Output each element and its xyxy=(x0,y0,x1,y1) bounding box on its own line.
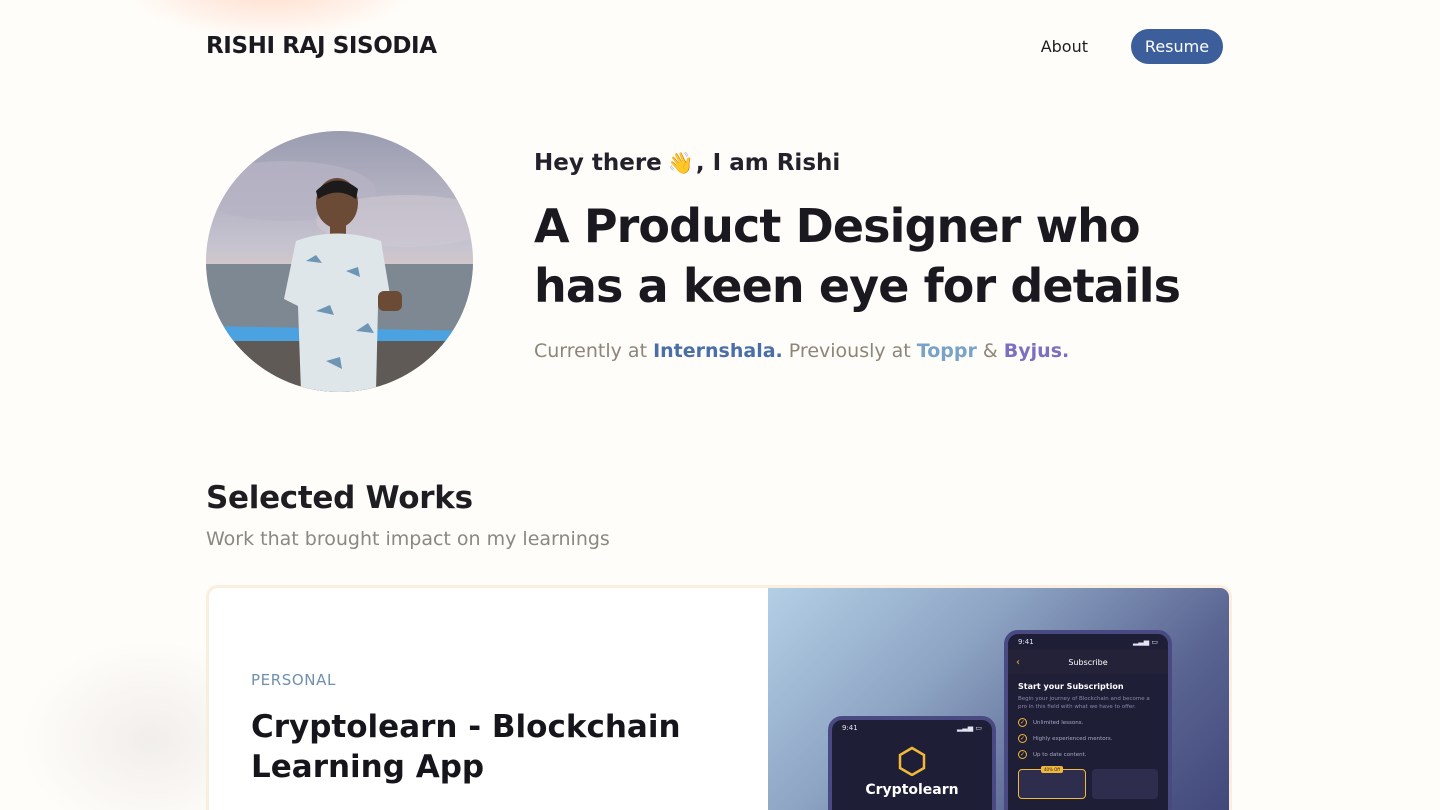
feature-text: Unlimited lessons. xyxy=(1033,719,1084,726)
plan-options: 40% Off xyxy=(1018,766,1158,799)
feature-text: Up to date content. xyxy=(1033,751,1087,758)
plan-option xyxy=(1092,769,1158,799)
nav-about-link[interactable]: About xyxy=(1041,37,1088,56)
greeting-prefix: Hey there xyxy=(534,150,662,176)
hero-headline: A Product Designer who has a keen eye fo… xyxy=(534,199,1181,313)
project-title[interactable]: Cryptolearn - Blockchain Learning App xyxy=(251,707,751,787)
project-tag: PERSONAL xyxy=(251,671,336,689)
hero-section: Hey there 👋 , I am Rishi A Product Desig… xyxy=(534,150,1224,362)
phone-status-bar: 9:41 ▂▃▅ ▭ xyxy=(1008,634,1168,650)
section-subtitle: Work that brought impact on my learnings xyxy=(206,528,610,550)
check-icon: ✓ xyxy=(1018,718,1027,727)
signal-battery-icon: ▂▃▅ ▭ xyxy=(1133,638,1158,646)
waving-hand-icon: 👋 xyxy=(667,150,694,175)
plan-option-selected: 40% Off xyxy=(1018,766,1086,799)
phone-mockup-splash: 9:41 ▂▃▅ ▭ Cryptolearn xyxy=(828,716,996,810)
check-icon: ✓ xyxy=(1018,750,1027,759)
internshala-link[interactable]: Internshala. xyxy=(653,340,783,362)
back-arrow-icon: ‹ xyxy=(1016,656,1020,668)
ampersand: & xyxy=(982,340,998,362)
selected-works-section: Selected Works Work that brought impact … xyxy=(206,480,610,550)
career-line: Currently at Internshala. Previously at … xyxy=(534,340,1224,362)
discount-badge: 40% Off xyxy=(1041,766,1064,773)
phone-header-title: Subscribe xyxy=(1068,657,1108,667)
subscription-heading: Start your Subscription xyxy=(1018,682,1124,691)
section-title: Selected Works xyxy=(206,480,473,516)
phone-header: ‹ Subscribe xyxy=(1008,650,1168,674)
status-time: 9:41 xyxy=(1018,638,1034,646)
status-time: 9:41 xyxy=(842,724,858,732)
phone-body: Start your Subscription Begin your journ… xyxy=(1008,674,1168,807)
signal-battery-icon: ▂▃▅ ▭ xyxy=(957,724,982,732)
profile-photo xyxy=(206,131,473,392)
project-card-cryptolearn[interactable]: PERSONAL Cryptolearn - Blockchain Learni… xyxy=(206,585,1232,810)
project-preview-image[interactable]: 9:41 ▂▃▅ ▭ Cryptolearn 9:41 ▂▃▅ ▭ ‹ Subs… xyxy=(768,588,1229,810)
toppr-link[interactable]: Toppr xyxy=(917,340,977,362)
profile-photo-illustration xyxy=(206,131,473,392)
hero-greeting: Hey there 👋 , I am Rishi xyxy=(534,150,1224,176)
byjus-link[interactable]: Byjus. xyxy=(1004,340,1069,362)
hexagon-logo-icon xyxy=(832,746,992,776)
feature-text: Highly experienced mentors. xyxy=(1033,735,1113,742)
greeting-suffix: , I am Rishi xyxy=(695,150,841,176)
site-brand[interactable]: RISHI RAJ SISODIA xyxy=(206,33,437,59)
splash-app-name: Cryptolearn xyxy=(865,782,959,798)
check-icon: ✓ xyxy=(1018,734,1027,743)
previous-prefix: Previously at xyxy=(788,340,911,362)
feature-row: ✓ Highly experienced mentors. xyxy=(1018,734,1158,743)
top-nav: RISHI RAJ SISODIA About Resume xyxy=(206,28,1223,64)
subscription-description: Begin your journey of Blockchain and bec… xyxy=(1018,696,1150,710)
resume-button[interactable]: Resume xyxy=(1131,28,1223,64)
nav-links: About Resume xyxy=(1041,28,1223,64)
current-prefix: Currently at xyxy=(534,340,648,362)
feature-row: ✓ Unlimited lessons. xyxy=(1018,718,1158,727)
project-card-text: PERSONAL Cryptolearn - Blockchain Learni… xyxy=(251,671,751,787)
phone-status-bar: 9:41 ▂▃▅ ▭ xyxy=(832,720,992,736)
feature-row: ✓ Up to date content. xyxy=(1018,750,1158,759)
phone-mockup-subscribe: 9:41 ▂▃▅ ▭ ‹ Subscribe Start your Subscr… xyxy=(1004,630,1172,810)
